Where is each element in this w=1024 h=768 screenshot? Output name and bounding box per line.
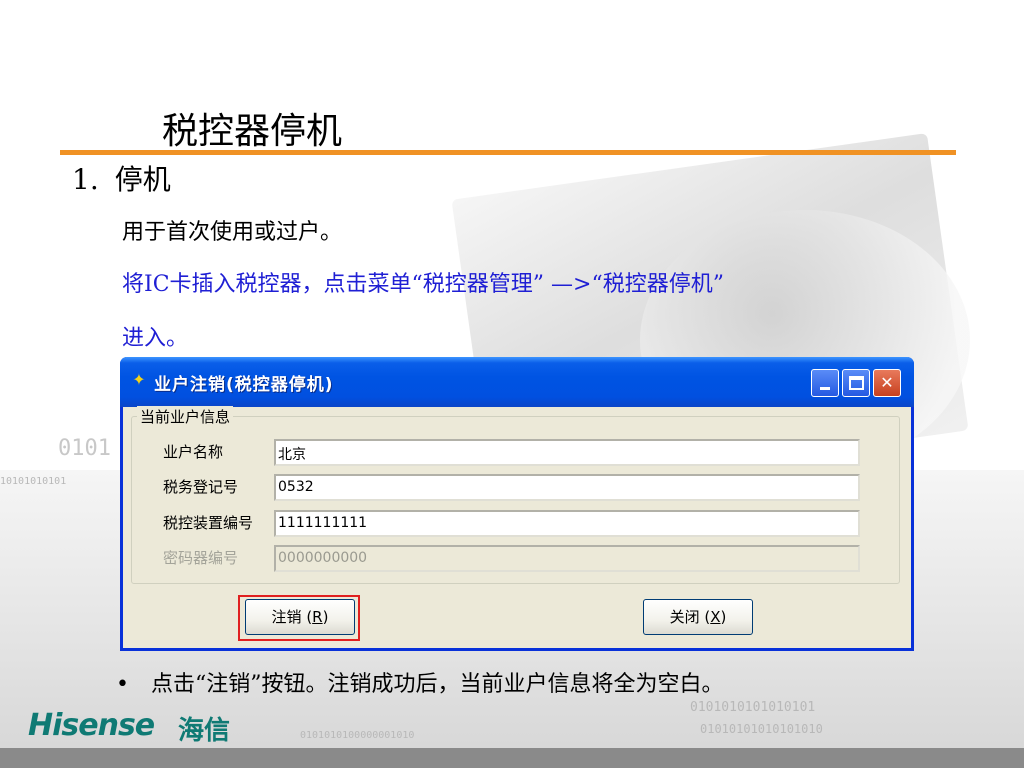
deregister-dialog: ✦ 业户注销(税控器停机) ✕ 当前业户信息 业户名称 北京 税务登记号 053… xyxy=(120,357,914,651)
deregister-button-label: 注销 xyxy=(271,608,302,626)
minimize-icon xyxy=(820,387,830,390)
groupbox-label: 当前业户信息 xyxy=(137,406,234,427)
close-icon: ✕ xyxy=(880,373,894,392)
close-button[interactable]: 关闭 (X) xyxy=(643,599,753,635)
close-shortcut: X xyxy=(710,608,721,626)
instruction-text: 将IC卡插入税控器，点击菜单“税控器管理” —>“税控器停机” xyxy=(122,272,724,297)
background-binary-text: 0101010100000001010 xyxy=(300,730,415,741)
tax-registration-label: 税务登记号 xyxy=(163,478,239,496)
title-divider xyxy=(60,150,956,155)
close-button-label: 关闭 xyxy=(669,608,700,626)
tax-device-number-label: 税控装置编号 xyxy=(163,514,254,532)
background-binary-text: 10101010101 xyxy=(0,476,67,487)
dialog-titlebar[interactable]: ✦ 业户注销(税控器停机) ✕ xyxy=(120,357,914,407)
dialog-title: 业户注销(税控器停机) xyxy=(154,375,334,395)
maximize-button[interactable] xyxy=(842,369,870,397)
tax-device-number-field[interactable]: 1111111111 xyxy=(274,510,860,537)
brand-logo-chinese: 海信 xyxy=(178,716,231,746)
close-window-button[interactable]: ✕ xyxy=(873,369,901,397)
maximize-icon xyxy=(849,376,864,390)
background-binary-text: 0101010101010101 xyxy=(690,700,816,715)
section-heading: 1. 停机 xyxy=(72,158,171,198)
background-binary-text: 01010101010101010 xyxy=(700,722,823,736)
taxpayer-name-field[interactable]: 北京 xyxy=(274,439,860,466)
slide-title: 税控器停机 xyxy=(162,111,343,152)
bullet-note-text: 点击“注销”按钮。注销成功后，当前业户信息将全为空白。 xyxy=(150,672,724,697)
brand-logo: Hisense xyxy=(28,708,155,743)
instruction-text-continued: 进入。 xyxy=(122,326,189,351)
description-text: 用于首次使用或过户。 xyxy=(122,220,343,245)
background-binary-text: 0101 xyxy=(58,436,111,461)
encryptor-number-label: 密码器编号 xyxy=(163,549,239,567)
deregister-shortcut: R xyxy=(312,608,323,626)
encryptor-number-field: 0000000000 xyxy=(274,545,860,572)
section-number: 1. xyxy=(72,163,99,196)
taxpayer-name-label: 业户名称 xyxy=(163,443,224,461)
bullet-marker: • xyxy=(116,672,129,697)
deregister-button[interactable]: 注销 (R) xyxy=(245,599,355,635)
app-icon: ✦ xyxy=(132,370,146,389)
background-bottom-strip xyxy=(0,748,1024,768)
bullet-note: • 点击“注销”按钮。注销成功后，当前业户信息将全为空白。 xyxy=(116,666,723,698)
tax-registration-field[interactable]: 0532 xyxy=(274,474,860,501)
minimize-button[interactable] xyxy=(811,369,839,397)
section-heading-text: 停机 xyxy=(114,163,171,196)
